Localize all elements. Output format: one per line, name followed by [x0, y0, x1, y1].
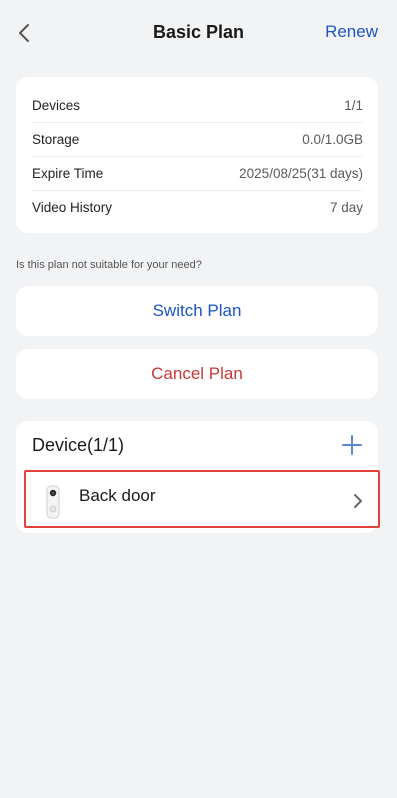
info-row-devices: Devices 1/1	[32, 88, 363, 122]
add-device-button[interactable]	[340, 433, 364, 457]
info-label: Storage	[32, 131, 80, 147]
plan-info-card: Devices 1/1 Storage 0.0/1.0GB Expire Tim…	[16, 77, 378, 233]
info-value: 2025/08/25(31 days)	[239, 165, 363, 181]
renew-button[interactable]: Renew	[325, 22, 378, 42]
cancel-plan-button[interactable]: Cancel Plan	[16, 349, 378, 399]
device-list-item[interactable]: Back door	[24, 470, 380, 528]
plan-suitability-hint: Is this plan not suitable for your need?	[16, 259, 202, 271]
top-bar: Basic Plan Renew	[0, 0, 397, 66]
info-value: 7 day	[329, 199, 363, 215]
info-label: Video History	[32, 199, 113, 215]
info-row-storage: Storage 0.0/1.0GB	[32, 122, 363, 156]
info-row-expire-time: Expire Time 2025/08/25(31 days)	[32, 156, 363, 190]
info-value: 0.0/1.0GB	[302, 131, 363, 147]
info-label: Devices	[32, 97, 81, 113]
switch-plan-button[interactable]: Switch Plan	[16, 286, 378, 336]
plus-icon	[342, 435, 362, 455]
device-name: Back door	[79, 486, 156, 505]
device-section-title: Device(1/1)	[32, 435, 125, 455]
info-label: Expire Time	[32, 165, 104, 181]
doorbell-camera-icon	[46, 485, 60, 519]
chevron-right-icon	[354, 494, 362, 508]
basic-plan-page: Basic Plan Renew Devices 1/1 Storage 0.0…	[0, 0, 397, 798]
info-row-video-history: Video History 7 day	[32, 190, 363, 224]
info-value: 1/1	[344, 97, 363, 113]
device-card: Device(1/1) Back door	[16, 421, 380, 533]
